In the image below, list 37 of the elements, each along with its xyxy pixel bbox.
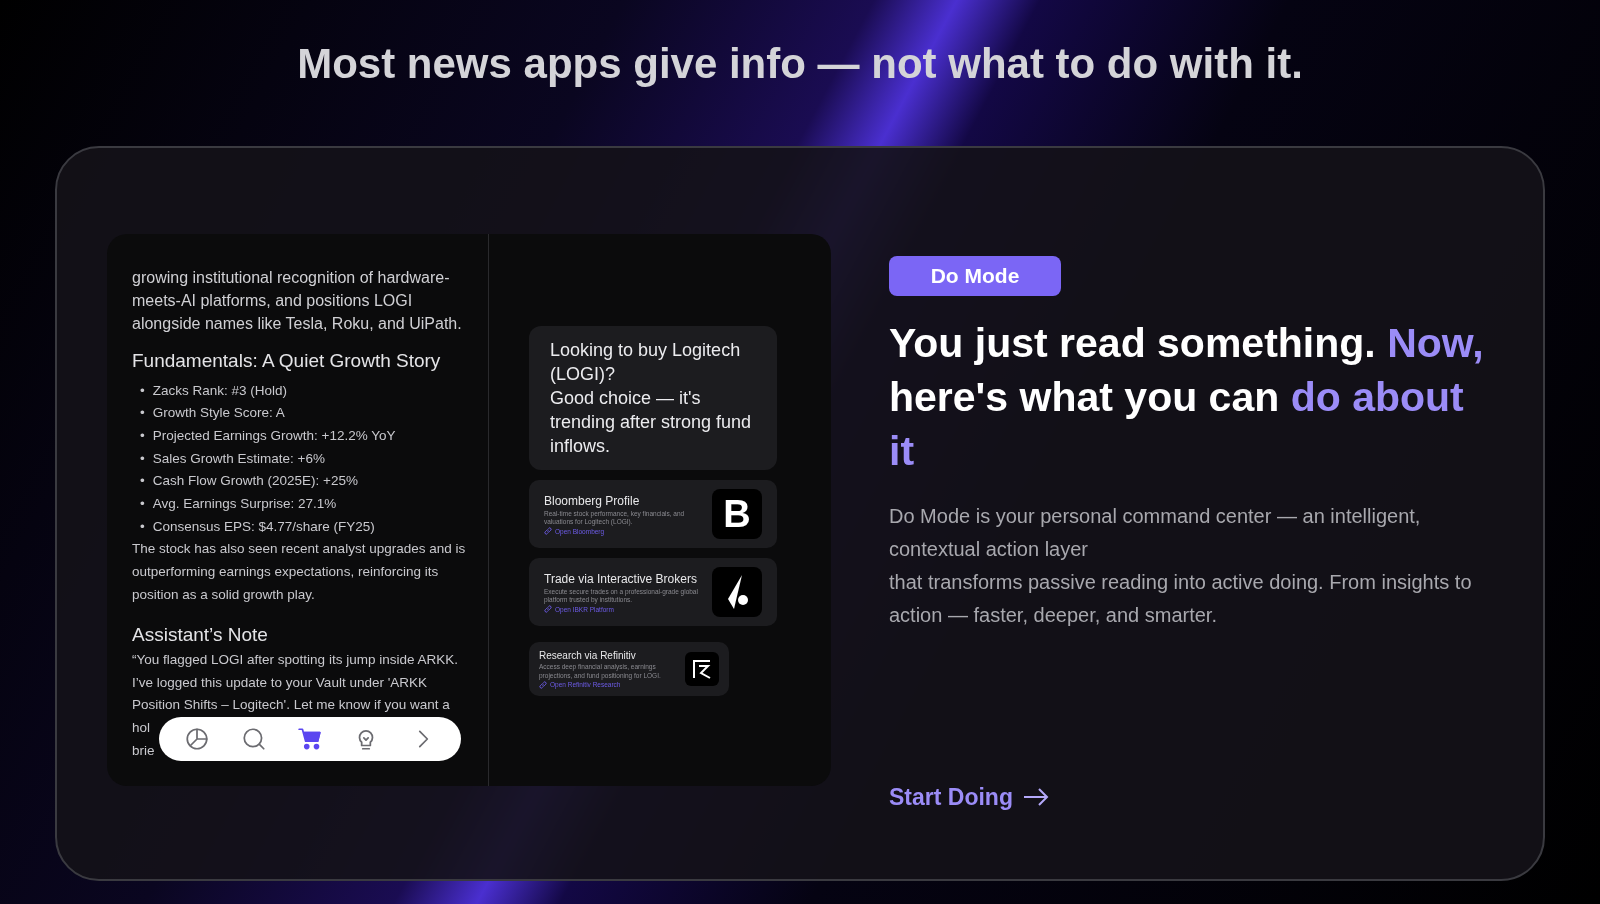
note-text: “You flagged LOGI after spotting its jump inside ARKK.: [132, 651, 458, 670]
search-icon: [240, 726, 267, 752]
note-title: Assistant’s Note: [132, 622, 269, 647]
bullet-item: • Growth Style Score: A: [140, 404, 286, 423]
pie-chart-icon: [184, 726, 211, 752]
bullet-item: • Cash Flow Growth (2025E): +25%: [140, 472, 359, 491]
section-title: Fundamentals: A Quiet Growth Story: [132, 349, 442, 373]
link-icon: [539, 680, 547, 689]
link-icon: [544, 605, 552, 614]
cart-icon: [296, 726, 323, 752]
note-text: brie: [132, 741, 155, 760]
card-title: Research via Refinitiv: [539, 649, 637, 664]
bullet-item: • Avg. Earnings Surprise: 27.1%: [140, 495, 338, 513]
arrow-right-icon: [1022, 787, 1049, 808]
note-text: Position Shifts – Logitech'. Let me know if you want a: [132, 696, 450, 715]
note-text: hol: [132, 719, 150, 738]
link-icon: [544, 527, 552, 536]
article-paragraph: The stock has also seen recent analyst upgrades and is outperforming earnings expectations, reinforcing its position as a solid growth play.: [132, 540, 467, 604]
article-text: alongside names like Tesla, Roku, and UiPath.: [132, 314, 463, 334]
section-heading: You just read something. Now, here's what you can do about it: [889, 319, 1485, 476]
page-headline: Most news apps give info — not what to do with it.: [297, 39, 1303, 89]
start-doing-link[interactable]: Start Doing: [889, 780, 1049, 815]
bullet-item: • Consensus EPS: $4.77/share (FY25): [140, 517, 376, 536]
bullet-item: • Zacks Rank: #3 (Hold): [140, 381, 289, 400]
body-text: that transforms passive reading into active doing. From insights to action — faster, deeper, and smarter.: [889, 570, 1473, 628]
card-title: Trade via Interactive Brokers: [544, 570, 698, 588]
chat-bubble: Looking to buy Logitech (LOGI)? Good choice — it's trending after strong fund inflows.: [529, 326, 777, 470]
card-title: Bloomberg Profile: [544, 492, 641, 510]
article-text: growing institutional recognition of hardware-: [132, 268, 451, 288]
mode-badge: Do Mode: [889, 256, 1061, 296]
bullet-item: • Projected Earnings Growth: +12.2% YoY: [140, 426, 397, 445]
logo-icon: [712, 567, 762, 617]
logo-icon: B: [712, 489, 762, 539]
logo-icon: [685, 652, 719, 686]
article-text: meets-AI platforms, and positions LOGI: [132, 291, 414, 311]
bullet-item: • Sales Growth Estimate: +6%: [140, 449, 326, 468]
note-text: I’ve logged this update to your Vault under 'ARKK: [132, 673, 427, 692]
